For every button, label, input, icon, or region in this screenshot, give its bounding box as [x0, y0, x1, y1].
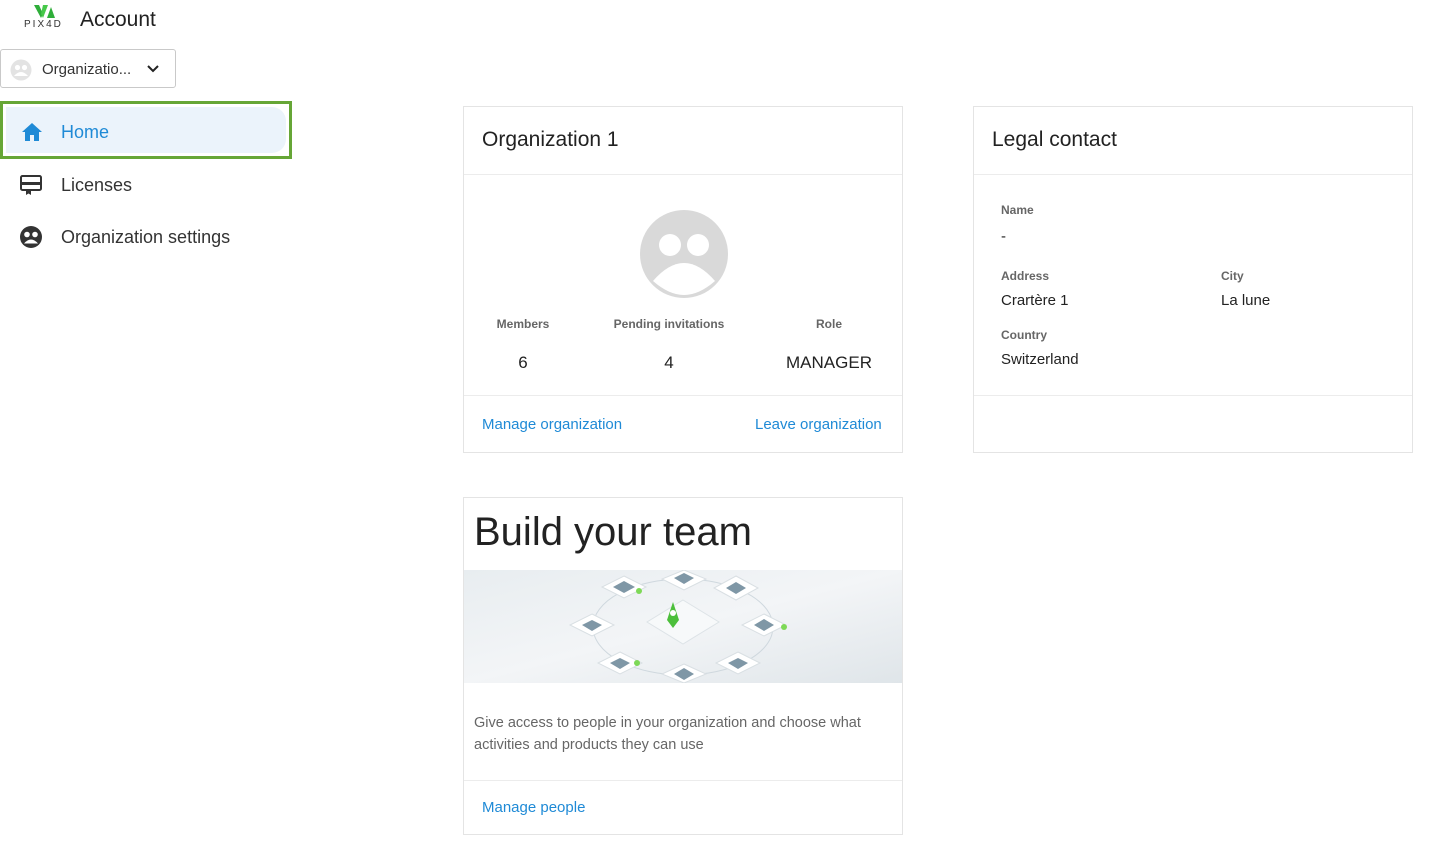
divider — [464, 780, 902, 781]
team-network-illustration — [464, 570, 902, 683]
members-count: 6 — [518, 353, 528, 372]
role-label: Role — [815, 317, 842, 331]
sidebar-item-label: Home — [61, 122, 110, 142]
sidebar-item-label: Organization settings — [61, 227, 231, 247]
divider — [464, 395, 902, 396]
chevron-down-icon — [147, 65, 159, 73]
sidebar-item-home[interactable]: Home — [0, 101, 292, 159]
logo-wordmark: PIX4D — [24, 19, 63, 30]
city-label: City — [1221, 269, 1244, 283]
legal-contact-card: Legal contact Name - Address Crartère 1 … — [973, 106, 1413, 453]
organization-avatar-icon — [10, 59, 32, 81]
organization-selector-value: Organizatio... — [42, 61, 132, 78]
build-team-description: Give access to people in your organizati… — [474, 715, 861, 753]
home-icon — [22, 123, 42, 141]
app-header: PIX4D Account — [0, 0, 400, 44]
organization-card-title: Organization 1 — [482, 128, 619, 151]
address-value: Crartère 1 — [1001, 292, 1069, 309]
role-value: MANAGER — [786, 353, 872, 372]
app-title: Account — [80, 8, 156, 31]
country-value: Switzerland — [1001, 351, 1079, 368]
build-team-card: Build your team Give access to people in… — [463, 497, 903, 835]
manage-people-link[interactable]: Manage people — [482, 799, 585, 816]
pix4d-logo[interactable]: PIX4D — [22, 5, 66, 31]
name-label: Name — [1001, 203, 1034, 217]
country-label: Country — [1001, 328, 1047, 342]
sidebar-item-organization-settings[interactable]: Organization settings — [0, 211, 292, 263]
organization-selector[interactable]: Organizatio... — [0, 49, 176, 88]
pending-invitations-label: Pending invitations — [613, 317, 725, 331]
build-team-title: Build your team — [474, 510, 752, 554]
pending-invitations-count: 4 — [664, 353, 674, 372]
divider — [974, 395, 1412, 396]
leave-organization-link[interactable]: Leave organization — [755, 416, 882, 433]
organization-icon — [20, 226, 42, 248]
city-value: La lune — [1221, 292, 1271, 309]
organization-card: Organization 1 Members Pending invitatio… — [463, 106, 903, 453]
pix4d-logo-mark — [34, 5, 55, 18]
sidebar-item-label: Licenses — [61, 175, 133, 195]
legal-contact-title: Legal contact — [992, 128, 1117, 151]
manage-organization-link[interactable]: Manage organization — [482, 416, 622, 433]
address-label: Address — [1001, 269, 1050, 283]
sidebar-item-licenses[interactable]: Licenses — [0, 159, 292, 211]
divider — [974, 174, 1412, 175]
organization-avatar-icon — [640, 210, 728, 298]
name-value: - — [1001, 228, 1006, 245]
sidebar-item-home-highlight — [6, 107, 286, 153]
divider — [464, 174, 902, 175]
members-label: Members — [496, 317, 550, 331]
license-icon — [20, 175, 42, 195]
